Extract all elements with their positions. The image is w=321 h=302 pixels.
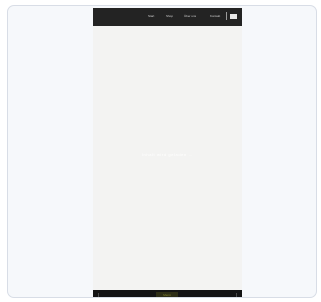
bottom-bar: Menü: [93, 290, 242, 297]
preview-card: Start Shop Über uns Kontakt Inhalt wird …: [7, 5, 317, 298]
nav-item-about[interactable]: Über uns: [184, 14, 196, 19]
chevron-left-icon[interactable]: [98, 293, 102, 297]
nav-item-start[interactable]: Start: [148, 14, 154, 19]
flag-icon[interactable]: [230, 14, 237, 19]
nav-item-contact[interactable]: Kontakt: [210, 14, 220, 19]
nav-divider: [226, 12, 227, 20]
mobile-page-preview: Start Shop Über uns Kontakt Inhalt wird …: [93, 8, 242, 297]
loading-text: Inhalt wird geladen …: [141, 152, 194, 157]
chevron-right-icon[interactable]: [233, 293, 237, 297]
nav-item-shop[interactable]: Shop: [166, 14, 173, 19]
top-navigation-bar: Start Shop Über uns Kontakt: [93, 8, 242, 26]
menu-badge[interactable]: Menü: [156, 292, 178, 297]
